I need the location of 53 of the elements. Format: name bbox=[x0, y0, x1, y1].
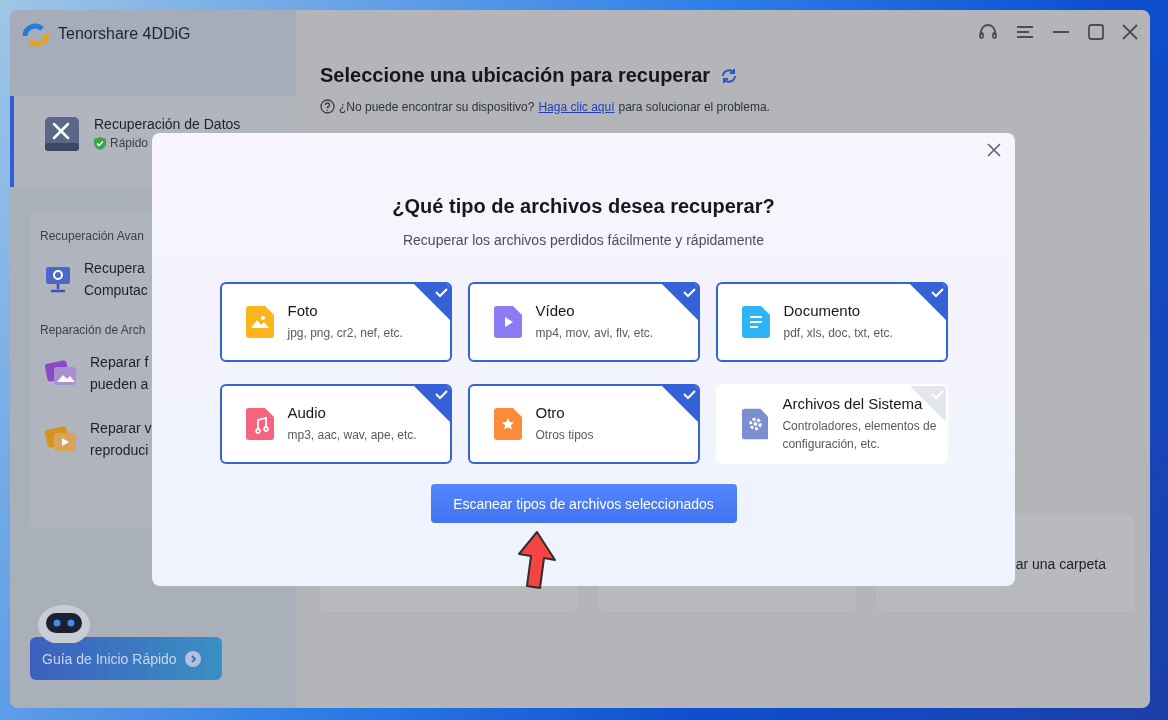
file-type-formats: jpg, png, cr2, nef, etc. bbox=[287, 325, 403, 342]
image-file-icon bbox=[245, 306, 274, 338]
section-heading: Reparación de Arch bbox=[40, 323, 147, 337]
file-type-card[interactable]: Archivos del Sistema Controladores, elementos de configuración, etc. bbox=[715, 384, 948, 464]
file-type-name: Vídeo bbox=[535, 302, 576, 319]
music-file-icon bbox=[245, 408, 274, 440]
file-type-name: Foto bbox=[287, 302, 319, 319]
file-type-name: Archivos del Sistema bbox=[782, 395, 924, 412]
video-file-icon bbox=[493, 306, 522, 338]
section-heading: Recuperación Avan bbox=[40, 229, 145, 243]
gear-file-icon bbox=[741, 408, 769, 440]
file-type-card[interactable]: Foto jpg, png, cr2, nef, etc. bbox=[219, 282, 452, 362]
file-type-name: Otro bbox=[535, 404, 566, 421]
help-text: ¿No puede encontrar su dispositivo? bbox=[339, 99, 535, 114]
headset-icon[interactable] bbox=[978, 22, 998, 42]
help-text: para solucionar el problema. bbox=[618, 99, 770, 114]
file-type-card[interactable]: Audio mp3, aac, wav, ape, etc. bbox=[219, 384, 452, 464]
video-files-icon bbox=[44, 424, 78, 454]
file-type-name: Audio bbox=[287, 404, 327, 421]
star-file-icon bbox=[493, 408, 522, 440]
chevron-right-icon bbox=[184, 650, 201, 667]
tool-item[interactable]: Recupera Computac bbox=[84, 257, 148, 301]
document-file-icon bbox=[741, 306, 770, 338]
close-icon bbox=[987, 143, 1001, 157]
app-logo-icon bbox=[22, 22, 50, 48]
file-type-formats: Otros tipos bbox=[535, 427, 594, 444]
item-title: Recuperación de Datos bbox=[94, 116, 241, 132]
help-link[interactable]: Haga clic aquí bbox=[538, 99, 615, 114]
refresh-icon[interactable] bbox=[720, 66, 739, 85]
close-icon[interactable] bbox=[1122, 24, 1138, 40]
file-type-card[interactable]: Vídeo mp4, mov, avi, flv, etc. bbox=[467, 282, 700, 362]
menu-icon[interactable] bbox=[1016, 24, 1034, 40]
file-type-card[interactable]: Otro Otros tipos bbox=[467, 384, 700, 464]
help-icon bbox=[320, 99, 335, 114]
app-title: Tenorshare 4DDiG bbox=[58, 24, 191, 44]
file-type-name: Documento bbox=[783, 302, 862, 319]
item-subtitle: Rápido bbox=[110, 136, 149, 150]
photos-icon bbox=[44, 358, 78, 388]
file-type-formats: Controladores, elementos de configuración, etc. bbox=[782, 418, 938, 453]
page-title: Seleccione una ubicación para recuperar bbox=[320, 64, 711, 87]
card-label: ar una carpeta bbox=[1015, 555, 1106, 572]
file-type-formats: mp4, mov, avi, flv, etc. bbox=[535, 325, 654, 342]
dialog-subtitle: Recuperar los archivos perdidos fácilmente y rápidamente bbox=[402, 232, 765, 248]
maximize-icon[interactable] bbox=[1088, 24, 1104, 40]
computer-icon bbox=[44, 265, 72, 293]
tool-item[interactable]: Reparar f pueden a bbox=[90, 351, 149, 395]
tool-item[interactable]: Reparar v reproduci bbox=[90, 417, 152, 461]
file-type-formats: mp3, aac, wav, ape, etc. bbox=[287, 427, 417, 444]
dialog-title: ¿Qué tipo de archivos desea recuperar? bbox=[392, 195, 775, 218]
file-type-card[interactable]: Documento pdf, xls, doc, txt, etc. bbox=[715, 282, 948, 362]
shield-check-icon bbox=[94, 136, 106, 150]
file-type-formats: pdf, xls, doc, txt, etc. bbox=[783, 325, 893, 342]
scan-button[interactable]: Escanear tipos de archivos seleccionados bbox=[430, 484, 737, 523]
